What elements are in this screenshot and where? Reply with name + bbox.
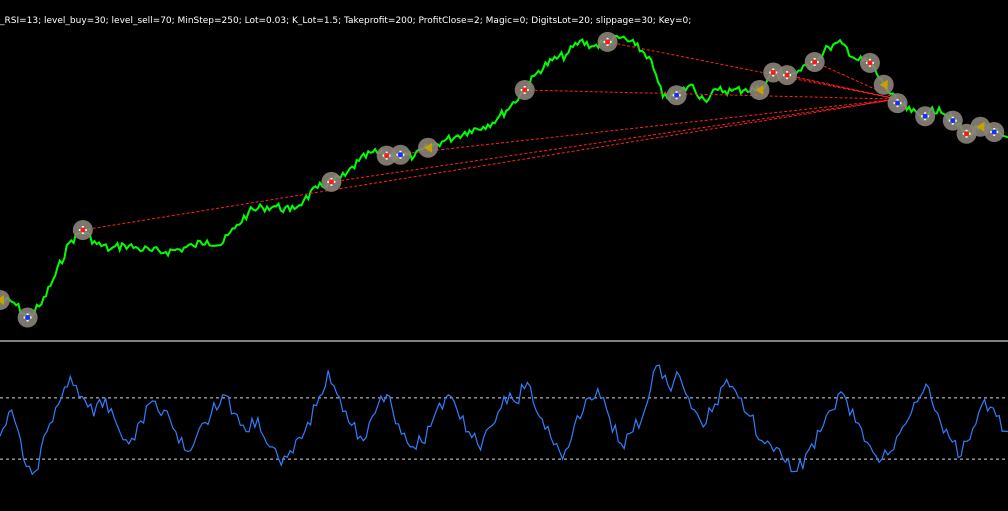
buy-arrow-icon <box>950 118 956 124</box>
trade-marker <box>777 65 798 86</box>
trade-marker <box>915 106 936 127</box>
sell-arrow-icon <box>80 227 86 233</box>
trade-marker <box>72 220 93 240</box>
trade-marker <box>984 122 1005 142</box>
trade-marker <box>873 74 894 95</box>
buy-arrow-icon <box>397 152 403 158</box>
trade-marker <box>0 290 10 310</box>
rsi-series-line <box>0 364 1008 476</box>
trade-marker <box>321 171 342 192</box>
sell-arrow-icon <box>964 131 970 137</box>
trade-marker <box>859 52 880 73</box>
sell-arrow-icon <box>867 60 873 66</box>
price-panel <box>0 31 1008 328</box>
trade-marker <box>804 52 825 72</box>
rsi-panel <box>0 364 1008 476</box>
order-link-line <box>386 98 898 157</box>
trade-marker <box>666 85 687 106</box>
sell-arrow-icon <box>770 70 776 75</box>
chart-area[interactable] <box>0 0 1008 511</box>
sell-arrow-icon <box>784 72 790 78</box>
trade-marker <box>597 31 618 52</box>
sell-arrow-icon <box>605 39 611 45</box>
sell-arrow-icon <box>522 87 528 93</box>
order-link-line <box>524 89 898 100</box>
order-link-line <box>331 98 898 183</box>
sell-arrow-icon <box>328 179 334 185</box>
buy-arrow-icon <box>674 92 680 98</box>
trade-marker <box>418 137 439 158</box>
buy-arrow-icon <box>991 129 997 135</box>
trade-marker <box>17 307 38 328</box>
buy-arrow-icon <box>922 113 928 119</box>
order-link-line <box>82 98 898 231</box>
trade-marker <box>887 93 908 114</box>
price-series-line <box>0 34 1008 320</box>
trade-marker <box>514 80 535 100</box>
sell-arrow-icon <box>812 59 818 65</box>
trade-marker <box>390 144 411 165</box>
trade-marker <box>749 80 770 100</box>
buy-arrow-icon <box>895 100 901 106</box>
buy-arrow-icon <box>25 315 31 320</box>
sell-arrow-icon <box>384 153 390 159</box>
